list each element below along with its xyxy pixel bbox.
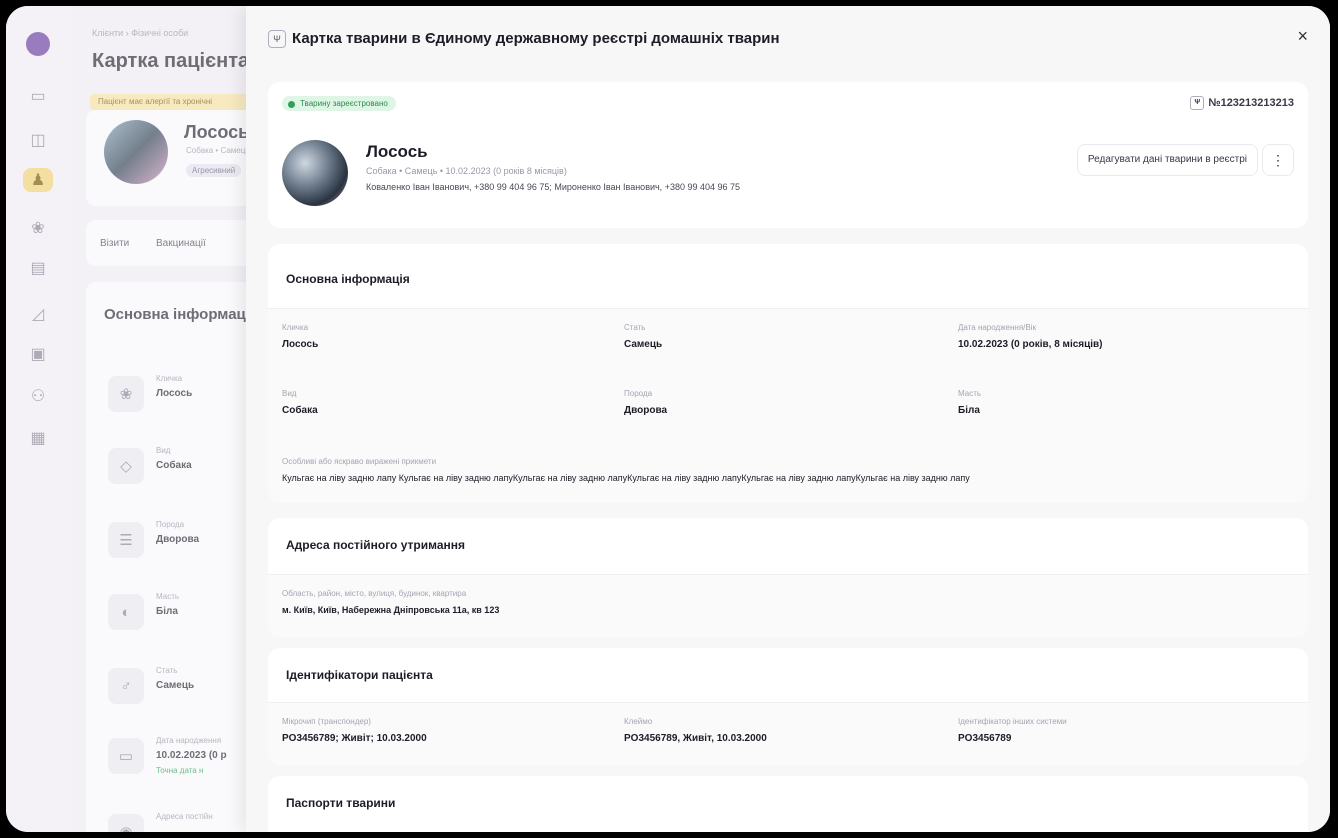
marks-label: Особливі або яскраво виражені прикмети: [282, 457, 437, 466]
registration-status-badge: Тварину зареєстровано: [282, 96, 396, 111]
color-value: Біла: [958, 405, 980, 416]
species-value: Собака: [282, 405, 318, 416]
animal-owners: Коваленко Іван Іванович, +380 99 404 96 …: [366, 182, 741, 192]
address-title: Адреса постійного утримання: [286, 538, 466, 552]
animal-subtitle: Собака • Самець • 10.02.2023 (0 років 8 …: [366, 166, 567, 176]
address-card: Адреса постійного утримання Область, рай…: [268, 518, 1308, 637]
address-label: Область, район, місто, вулиця, будинок, …: [282, 589, 467, 598]
name-label: Кличка: [282, 323, 309, 332]
sex-value: Самець: [624, 339, 663, 350]
address-value: м. Київ, Київ, Набережна Дніпровська 11а…: [282, 605, 500, 615]
app-window: ▭ ◫ ♟ ❀ ▤ ◿ ▣ ⚇ ▦ Клієнти › Фізичні особ…: [6, 6, 1330, 832]
basic-info-title: Основна інформація: [286, 272, 410, 286]
identifiers-card: Ідентифікатори пацієнта Мікрочип (трансп…: [268, 648, 1308, 765]
more-options-button[interactable]: ⋮: [1262, 144, 1294, 176]
modal-backdrop[interactable]: [6, 6, 246, 832]
edit-registry-button[interactable]: Редагувати дані тварини в реєстрі: [1076, 144, 1258, 176]
registry-number-value: №123213213213: [1208, 96, 1294, 109]
registry-number: Ψ №123213213213: [1190, 96, 1294, 110]
passports-title: Паспорти тварини: [286, 796, 396, 810]
animal-avatar: [282, 140, 348, 206]
identifiers-title: Ідентифікатори пацієнта: [286, 668, 433, 682]
close-button[interactable]: ×: [1297, 26, 1308, 47]
color-label: Масть: [958, 389, 982, 398]
breed-value: Дворова: [624, 405, 668, 416]
chip-label: Мікрочип (транспондер): [282, 717, 371, 726]
birth-label: Дата народження/Вік: [958, 323, 1036, 332]
animal-name: Лосось: [366, 142, 428, 161]
sex-label: Стать: [624, 323, 646, 332]
panel-title: Картка тварини в Єдиному державному реєс…: [292, 30, 780, 47]
identifiers-fields: Мікрочип (транспондер) PO3456789; Живіт;…: [268, 702, 1308, 765]
chip-value: PO3456789; Живіт; 10.03.2000: [282, 733, 427, 744]
basic-info-fields: Кличка Лосось Стать Самець Дата народжен…: [268, 308, 1308, 503]
breed-label: Порода: [624, 389, 653, 398]
address-fields: Область, район, місто, вулиця, будинок, …: [268, 574, 1308, 637]
brand-label: Клеймо: [624, 717, 653, 726]
trident-icon: Ψ: [268, 30, 286, 48]
other-id-value: PO3456789: [958, 733, 1012, 744]
registry-panel: Ψ Картка тварини в Єдиному державному ре…: [246, 6, 1330, 832]
animal-header-card: Тварину зареєстровано Ψ №123213213213 Лос…: [268, 82, 1308, 228]
trident-icon: Ψ: [1190, 96, 1205, 110]
species-label: Вид: [282, 389, 297, 398]
marks-value: Кульгає на ліву задню лапу Кульгає на лі…: [282, 473, 970, 483]
brand-value: PO3456789, Живіт, 10.03.2000: [624, 733, 767, 744]
birth-value: 10.02.2023 (0 років, 8 місяців): [958, 339, 1103, 350]
other-id-label: Ідентифікатор інших системи: [958, 717, 1067, 726]
passports-card: Паспорти тварини: [268, 776, 1308, 832]
name-value: Лосось: [282, 339, 319, 350]
basic-info-card: Основна інформація Кличка Лосось Стать С…: [268, 244, 1308, 503]
